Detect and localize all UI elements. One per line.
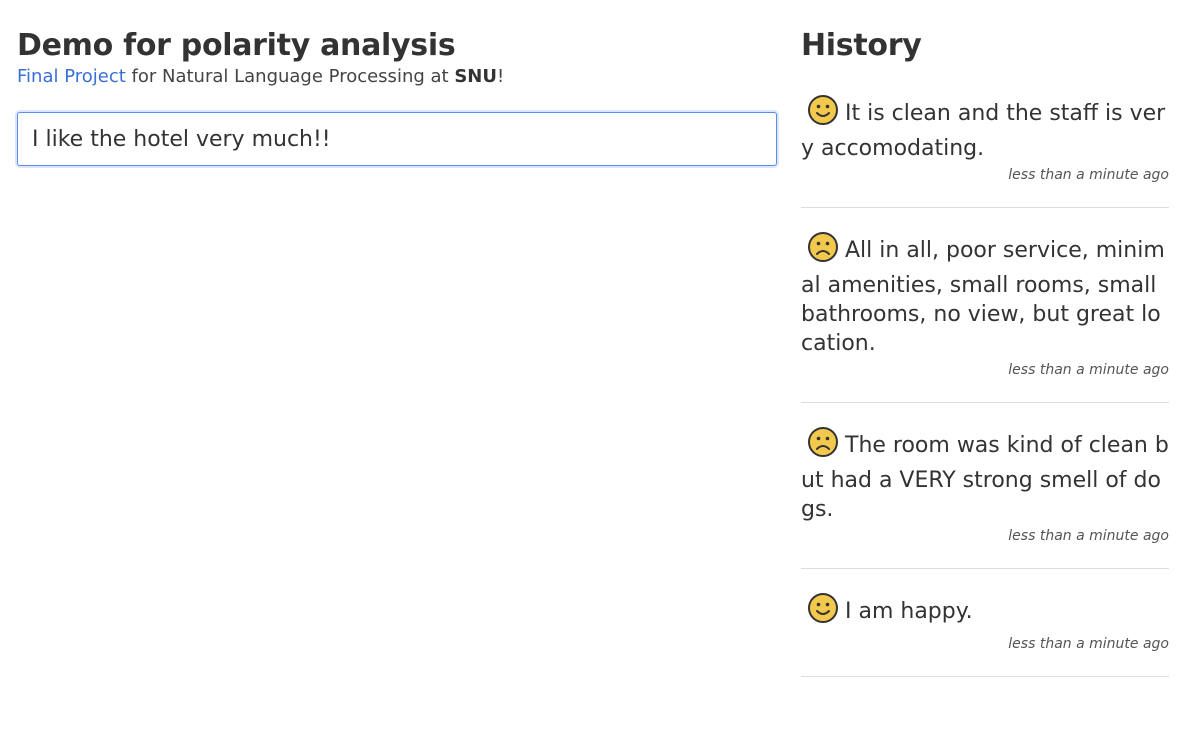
subtitle-middle-text: for Natural Language Processing at [125,66,455,87]
history-item-text: The room was kind of clean but had a VER… [801,433,1169,522]
input-wrapper [17,112,777,166]
happy-face-icon [808,593,838,623]
demo-panel: Demo for polarity analysis Final Project… [17,26,777,166]
history-panel: History It is clean and the staff is ver… [801,26,1169,700]
sad-face-icon [808,427,838,457]
history-item-text-block: The room was kind of clean but had a VER… [801,426,1169,524]
history-list: It is clean and the staff is very accomo… [801,94,1169,677]
sentence-input[interactable] [17,112,777,166]
history-title: History [801,28,922,63]
history-item-text-block: All in all, poor service, minimal amenit… [801,231,1169,358]
page-title: Demo for polarity analysis [17,28,456,63]
history-item-text-block: I am happy. [801,592,1169,632]
history-item-time: less than a minute ago [1008,528,1169,544]
sad-face-icon [808,232,838,262]
happy-face-icon [808,95,838,125]
history-item: It is clean and the staff is very accomo… [801,94,1169,208]
history-item-time: less than a minute ago [1008,167,1169,183]
subtitle-snu-text: SNU [454,66,497,87]
history-item-time: less than a minute ago [1008,362,1169,378]
history-item-time: less than a minute ago [1008,636,1169,652]
page: Demo for polarity analysis Final Project… [0,0,1199,748]
history-item-text: All in all, poor service, minimal amenit… [801,238,1165,356]
history-item: All in all, poor service, minimal amenit… [801,231,1169,403]
history-item-text: It is clean and the staff is very accomo… [801,101,1166,161]
history-item-text: I am happy. [845,599,973,624]
history-item: I am happy. less than a minute ago [801,592,1169,677]
history-item-text-block: It is clean and the staff is very accomo… [801,94,1169,163]
history-item: The room was kind of clean but had a VER… [801,426,1169,569]
subtitle-end-text: ! [496,66,505,87]
final-project-link[interactable]: Final Project [17,66,126,87]
page-subtitle: Final Project for Natural Language Proce… [17,66,777,88]
